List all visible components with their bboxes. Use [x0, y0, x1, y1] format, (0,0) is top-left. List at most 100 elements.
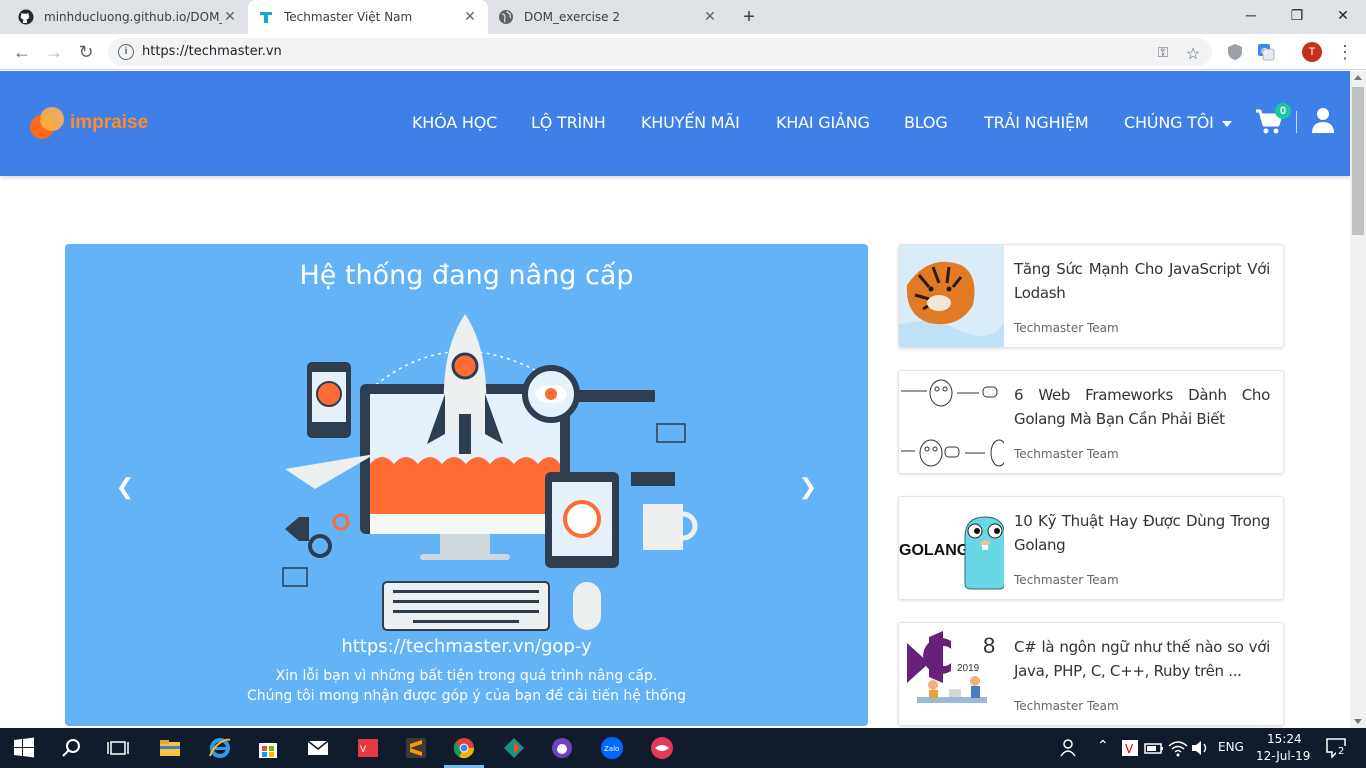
- key-icon[interactable]: ⚿: [1154, 44, 1172, 62]
- close-window-button[interactable]: ✕: [1320, 0, 1366, 30]
- clock-time[interactable]: 15:24: [1267, 732, 1302, 746]
- tiger-image: [899, 245, 1004, 347]
- carousel-next-arrow[interactable]: ❯: [798, 474, 818, 499]
- article-author: Techmaster Team: [1014, 699, 1119, 713]
- mail-icon[interactable]: [306, 736, 330, 760]
- tab-title: DOM_exercise 2: [524, 10, 621, 24]
- profile-avatar[interactable]: T: [1302, 42, 1322, 62]
- carousel-prev-arrow[interactable]: ❮: [115, 474, 135, 499]
- wifi-icon[interactable]: [1166, 736, 1190, 760]
- svg-text:8: 8: [983, 633, 995, 658]
- internet-explorer-icon[interactable]: [208, 736, 232, 760]
- nav-item-trai-nghiem[interactable]: TRẢI NGHIỆM: [984, 113, 1089, 132]
- gopher-sketch-image: [899, 371, 1004, 473]
- zalo-icon[interactable]: Zalo: [600, 736, 624, 760]
- bookmark-star-icon[interactable]: ☆: [1184, 44, 1202, 63]
- volume-icon[interactable]: [1188, 736, 1212, 760]
- translate-extension-icon[interactable]: G: [1257, 43, 1275, 61]
- csharp-2019-image: 8 2019: [899, 623, 1004, 725]
- close-tab-icon[interactable]: ✕: [222, 9, 238, 25]
- site-logo[interactable]: impraise: [30, 107, 148, 139]
- nav-item-khoa-hoc[interactable]: KHÓA HỌC: [412, 113, 497, 132]
- article-card[interactable]: GOLANG 10 Kỹ Thuật Hay Được Dùng Trong G…: [898, 496, 1284, 600]
- windows-start-icon[interactable]: [12, 736, 36, 760]
- url-text: https://techmaster.vn: [142, 44, 282, 59]
- github-desktop-icon[interactable]: [550, 736, 574, 760]
- minimize-button[interactable]: ─: [1228, 0, 1274, 30]
- maximize-button[interactable]: ❐: [1274, 0, 1320, 30]
- forward-button[interactable]: →: [42, 40, 66, 64]
- article-title[interactable]: 6 Web Frameworks Dành Cho Golang Mà Bạn …: [1014, 383, 1270, 431]
- cart-count-badge: 0: [1275, 103, 1291, 119]
- new-tab-button[interactable]: +: [738, 6, 760, 28]
- back-button[interactable]: ←: [10, 40, 34, 64]
- lips-app-icon[interactable]: [650, 736, 674, 760]
- github-icon: [18, 9, 34, 25]
- nav-item-blog[interactable]: BLOG: [904, 113, 948, 132]
- unikey-tray-icon[interactable]: V: [1118, 736, 1142, 760]
- close-tab-icon[interactable]: ✕: [702, 9, 718, 25]
- scrollbar-thumb[interactable]: [1352, 87, 1364, 235]
- browser-menu-icon[interactable]: ⋮: [1336, 42, 1354, 62]
- article-author: Techmaster Team: [1014, 447, 1119, 461]
- golang-text: GOLANG: [899, 542, 969, 559]
- scroll-up-arrow[interactable]: [1354, 75, 1362, 80]
- tab-techmaster[interactable]: Techmaster Việt Nam ✕: [248, 0, 488, 34]
- tab-github[interactable]: minhducluong.github.io/DOM_ex ✕: [8, 0, 248, 34]
- article-title[interactable]: 10 Kỹ Thuật Hay Được Dùng Trong Golang: [1014, 509, 1270, 557]
- svg-text:Zalo: Zalo: [604, 745, 619, 753]
- windows-taskbar: V Zalo ⌃ V ENG 15:24 12-Jul-19 2: [0, 728, 1366, 768]
- feedback-url[interactable]: https://techmaster.vn/gop-y: [65, 636, 868, 657]
- maintenance-illustration: [225, 314, 698, 631]
- unikey-icon[interactable]: V: [356, 736, 380, 760]
- header-divider: [1296, 111, 1297, 133]
- shield-extension-icon[interactable]: [1226, 43, 1244, 61]
- nav-item-lo-trinh[interactable]: LỘ TRÌNH: [531, 113, 606, 132]
- browser-tab-bar: minhducluong.github.io/DOM_ex ✕ Techmast…: [0, 0, 1366, 34]
- clock-date[interactable]: 12-Jul-19: [1256, 749, 1310, 763]
- chevron-up-icon[interactable]: ⌃: [1097, 738, 1109, 754]
- techmaster-icon: [258, 9, 274, 25]
- notification-count: 2: [1336, 746, 1347, 757]
- address-bar[interactable]: i https://techmaster.vn ⚿ ☆: [108, 38, 1212, 66]
- nav-item-label: CHÚNG TÔI: [1124, 113, 1214, 132]
- chrome-icon[interactable]: [452, 736, 476, 760]
- nav-item-chung-toi[interactable]: CHÚNG TÔI: [1124, 113, 1232, 132]
- battery-icon[interactable]: [1142, 736, 1166, 760]
- nav-item-khai-giang[interactable]: KHAI GIẢNG: [776, 113, 870, 132]
- year-text: 2019: [957, 663, 980, 674]
- logo-text: impraise: [70, 112, 149, 133]
- svg-text:G: G: [1261, 47, 1267, 56]
- scroll-down-arrow[interactable]: [1354, 719, 1362, 724]
- search-icon[interactable]: [60, 736, 84, 760]
- nav-item-khuyen-mai[interactable]: KHUYẾN MÃI: [641, 113, 740, 132]
- site-header: impraise KHÓA HỌC LỘ TRÌNH KHUYẾN MÃI KH…: [0, 71, 1350, 176]
- article-card[interactable]: 6 Web Frameworks Dành Cho Golang Mà Bạn …: [898, 370, 1284, 474]
- file-explorer-icon[interactable]: [158, 736, 182, 760]
- input-language[interactable]: ENG: [1218, 740, 1244, 754]
- reload-button[interactable]: ↻: [74, 40, 98, 64]
- browser-toolbar: ← → ↻ i https://techmaster.vn ⚿ ☆ G T ⋮: [0, 34, 1366, 70]
- logo-mark-icon: [30, 107, 64, 139]
- banner-message-line-1: Xin lỗi bạn vì những bất tiện trong quá …: [275, 668, 658, 684]
- article-title[interactable]: Tăng Sức Mạnh Cho JavaScript Với Lodash: [1014, 257, 1270, 305]
- close-tab-icon[interactable]: ✕: [462, 9, 478, 25]
- article-title[interactable]: C# là ngôn ngữ như thế nào so với Java, …: [1014, 635, 1270, 683]
- article-card[interactable]: Tăng Sức Mạnh Cho JavaScript Với Lodash …: [898, 244, 1284, 348]
- article-author: Techmaster Team: [1014, 321, 1119, 335]
- caret-down-icon: [1221, 120, 1232, 127]
- gitkraken-icon[interactable]: [502, 736, 526, 760]
- banner-message-line-2: Chúng tôi mong nhận được góp ý của bạn đ…: [246, 688, 687, 704]
- golang-gopher-image: GOLANG: [899, 497, 1004, 599]
- hero-carousel[interactable]: Hệ thống đang nâng cấp https://techmaste…: [65, 244, 868, 726]
- article-card[interactable]: 8 2019 C# là ngôn ngữ như thế nào so với…: [898, 622, 1284, 726]
- sublime-text-icon[interactable]: [404, 736, 428, 760]
- user-account-icon[interactable]: [1312, 107, 1334, 133]
- store-icon[interactable]: [256, 736, 280, 760]
- site-info-icon[interactable]: i: [118, 44, 134, 60]
- tab-dom-exercise[interactable]: DOM_exercise 2 ✕: [488, 0, 728, 34]
- page-scrollbar[interactable]: [1350, 71, 1366, 728]
- globe-icon: [498, 9, 514, 25]
- people-icon[interactable]: [1058, 736, 1082, 760]
- task-view-icon[interactable]: [106, 736, 130, 760]
